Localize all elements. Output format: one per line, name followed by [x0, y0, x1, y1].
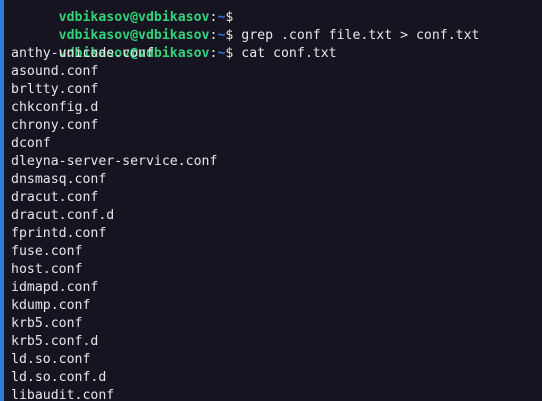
output-line: dnsmasq.conf [11, 172, 107, 187]
prompt-user-host: vdbikasov@vdbikasov [58, 10, 210, 25]
prompt-symbol: $ [225, 28, 242, 43]
output-line: fprintd.conf [11, 226, 107, 241]
terminal-window[interactable]: vdbikasov@vdbikasov:~$ vdbikasov@vdbikas… [0, 0, 542, 401]
output-line: fuse.conf [11, 244, 83, 259]
output-line: host.conf [11, 262, 83, 277]
terminal-output: vdbikasov@vdbikasov:~$ vdbikasov@vdbikas… [11, 0, 542, 401]
output-line: chkconfig.d [11, 100, 99, 115]
prompt-symbol: $ [225, 46, 242, 61]
output-line: krb5.conf.d [11, 334, 99, 349]
prompt-symbol: $ [225, 10, 242, 25]
output-line: ld.so.conf [11, 352, 91, 367]
output-line: krb5.conf [11, 316, 83, 331]
output-line: dracut.conf [11, 190, 99, 205]
command-text: grep .conf file.txt > conf.txt [241, 28, 480, 43]
output-line: chrony.conf [11, 118, 99, 133]
output-line: dracut.conf.d [11, 208, 115, 223]
prompt-line: vdbikasov@vdbikasov:~$ [11, 0, 542, 25]
output-line: brltty.conf [11, 82, 99, 97]
output-line: kdump.conf [11, 298, 91, 313]
output-line: ld.so.conf.d [11, 370, 107, 385]
output-line: libaudit.conf [11, 388, 115, 401]
prompt-user-host: vdbikasov@vdbikasov [58, 28, 210, 43]
command-text: cat conf.txt [241, 46, 337, 61]
output-line: dleyna-server-service.conf [11, 154, 218, 169]
output-line: idmapd.conf [11, 280, 99, 295]
window-left-edge [0, 0, 4, 401]
output-line: asound.conf [11, 64, 99, 79]
output-line: dconf [11, 136, 51, 151]
